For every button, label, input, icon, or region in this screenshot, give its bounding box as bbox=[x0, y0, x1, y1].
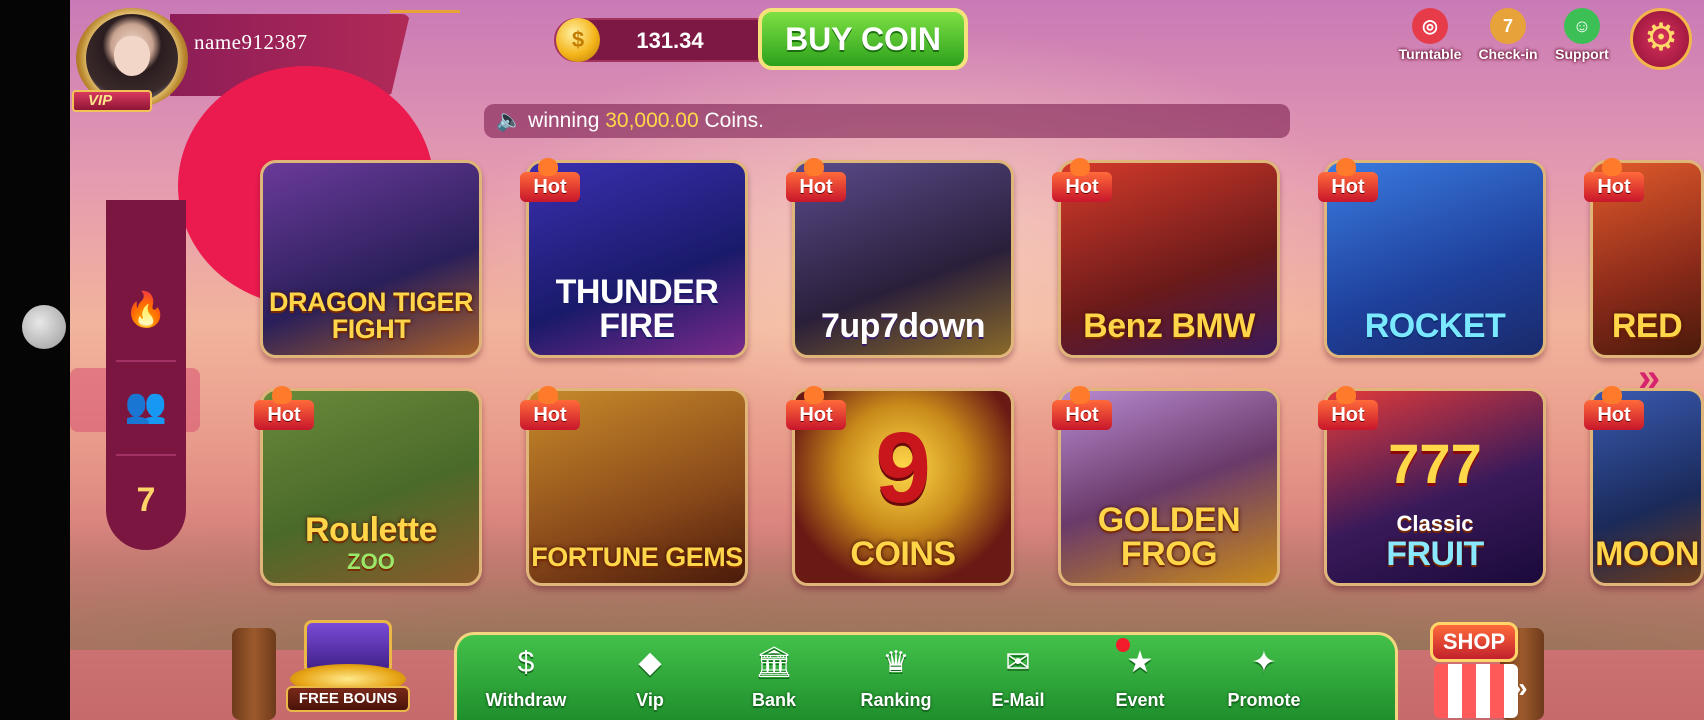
turntable-label: Turntable bbox=[1398, 46, 1462, 62]
game-title: MOON bbox=[1595, 535, 1699, 573]
gear-icon: ⚙ bbox=[1643, 17, 1679, 59]
shop-button[interactable]: SHOP » bbox=[1420, 618, 1536, 720]
hot-badge: Hot bbox=[254, 386, 314, 430]
game-subtitle: ZOO bbox=[347, 549, 395, 574]
support-label: Support bbox=[1555, 46, 1609, 62]
winning-marquee: 🔈 winning 30,000.00 Coins. bbox=[484, 104, 1290, 138]
category-multiplayer[interactable]: 👥 bbox=[106, 366, 186, 446]
category-slots[interactable]: 7 bbox=[106, 460, 186, 540]
settings-button[interactable]: ⚙ bbox=[1630, 8, 1692, 70]
game-title: THUNDER FIRE bbox=[555, 273, 719, 345]
coin-icon: $ bbox=[556, 18, 600, 62]
hot-badge: Hot bbox=[786, 386, 846, 430]
free-bonus-button[interactable]: FREE BOUNS bbox=[286, 620, 410, 716]
game-tile-dragon-tiger-fight[interactable]: DRAGON TIGER FIGHT bbox=[260, 160, 482, 358]
game-title: FRUIT bbox=[1386, 535, 1484, 573]
game-title: DRAGON TIGER FIGHT bbox=[268, 287, 474, 344]
nav-vip[interactable]: ◆ Vip bbox=[600, 640, 700, 720]
event-icon: ★ bbox=[1126, 646, 1154, 679]
hot-badge: Hot bbox=[1318, 386, 1378, 430]
game-title: ROCKET bbox=[1364, 307, 1506, 345]
marquee-amount: 30,000.00 bbox=[605, 109, 699, 132]
side-divider bbox=[116, 360, 176, 362]
game-number: 777 bbox=[1388, 432, 1482, 495]
nav-bank[interactable]: 🏛 Bank bbox=[724, 640, 824, 720]
game-title: Roulette bbox=[305, 511, 438, 549]
game-title: COINS bbox=[850, 535, 956, 573]
game-title: RED bbox=[1611, 307, 1683, 345]
hot-badge: Hot bbox=[1584, 158, 1644, 202]
nav-label: Ranking bbox=[860, 690, 932, 710]
nav-label: Event bbox=[1115, 690, 1165, 710]
speaker-icon: 🔈 bbox=[496, 109, 523, 132]
nav-promote[interactable]: ✦ Promote bbox=[1214, 640, 1314, 720]
vip-badge: VIP bbox=[72, 90, 152, 112]
ranking-icon: ♛ bbox=[882, 646, 910, 679]
vip-diamond-icon: ◆ bbox=[638, 646, 662, 679]
nav-event[interactable]: ★ Event bbox=[1090, 640, 1190, 720]
marquee-prefix: winning bbox=[528, 109, 606, 132]
hot-badge: Hot bbox=[1052, 158, 1112, 202]
game-subtitle: Classic bbox=[1396, 511, 1474, 536]
game-title: Benz BMW bbox=[1083, 307, 1255, 345]
free-bonus-label: FREE BOUNS bbox=[286, 686, 410, 712]
nav-label: Vip bbox=[636, 690, 664, 710]
avatar-face bbox=[114, 36, 150, 76]
avatar[interactable] bbox=[86, 14, 178, 102]
game-lobby-screen: name912387 6096 VIP $ 131.34 BUY COIN ◎ … bbox=[70, 0, 1704, 720]
people-icon: 👥 bbox=[124, 387, 168, 425]
check-in-button[interactable]: 7 Check-in bbox=[1470, 8, 1546, 68]
category-hot[interactable]: 🔥 bbox=[106, 270, 186, 350]
hot-badge: Hot bbox=[786, 158, 846, 202]
side-divider bbox=[116, 454, 176, 456]
promote-icon: ✦ bbox=[1251, 646, 1277, 679]
chevron-right-icon: » bbox=[1512, 672, 1528, 703]
coin-balance: 131.34 bbox=[636, 28, 704, 53]
game-title: 7up7down bbox=[820, 307, 986, 345]
hot-badge: Hot bbox=[520, 158, 580, 202]
shop-label: SHOP bbox=[1430, 622, 1518, 662]
scroll-right-arrow-icon[interactable]: » bbox=[1638, 356, 1660, 401]
wooden-post bbox=[232, 628, 276, 720]
hot-badge: Hot bbox=[1584, 386, 1644, 430]
floating-assistive-button[interactable] bbox=[22, 305, 66, 349]
profile-username: name912387 bbox=[194, 30, 308, 54]
hot-badge: Hot bbox=[520, 386, 580, 430]
hot-badge: Hot bbox=[1052, 386, 1112, 430]
check-in-label: Check-in bbox=[1478, 46, 1538, 62]
nav-label: Bank bbox=[751, 690, 796, 710]
game-title: FORTUNE GEMS bbox=[531, 542, 743, 572]
marquee-suffix: Coins. bbox=[698, 109, 765, 132]
nav-email[interactable]: ✉ E-Mail bbox=[968, 640, 1068, 720]
nav-label: Promote bbox=[1227, 690, 1301, 710]
support-button[interactable]: ☺ Support bbox=[1544, 8, 1620, 68]
email-icon: ✉ bbox=[1005, 646, 1031, 679]
buy-coin-button[interactable]: BUY COIN bbox=[758, 8, 968, 70]
nav-label: Withdraw bbox=[485, 690, 567, 710]
check-in-icon: 7 bbox=[1490, 8, 1526, 44]
game-title: GOLDEN FROG bbox=[1097, 501, 1241, 573]
bank-icon: 🏛 bbox=[754, 646, 794, 679]
slot-777-icon: 7 bbox=[136, 481, 156, 519]
support-icon: ☺ bbox=[1564, 8, 1600, 44]
nav-label: E-Mail bbox=[991, 690, 1045, 710]
nav-ranking[interactable]: ♛ Ranking bbox=[846, 640, 946, 720]
hot-badge: Hot bbox=[1318, 158, 1378, 202]
turntable-button[interactable]: ◎ Turntable bbox=[1392, 8, 1468, 68]
arrow-decoration bbox=[390, 10, 460, 20]
shop-stall-icon bbox=[1434, 664, 1518, 718]
nav-withdraw[interactable]: $ Withdraw bbox=[476, 640, 576, 720]
device-left-bar bbox=[0, 0, 70, 720]
turntable-icon: ◎ bbox=[1412, 8, 1448, 44]
withdraw-icon: $ bbox=[517, 646, 535, 679]
fire-icon: 🔥 bbox=[124, 291, 168, 329]
